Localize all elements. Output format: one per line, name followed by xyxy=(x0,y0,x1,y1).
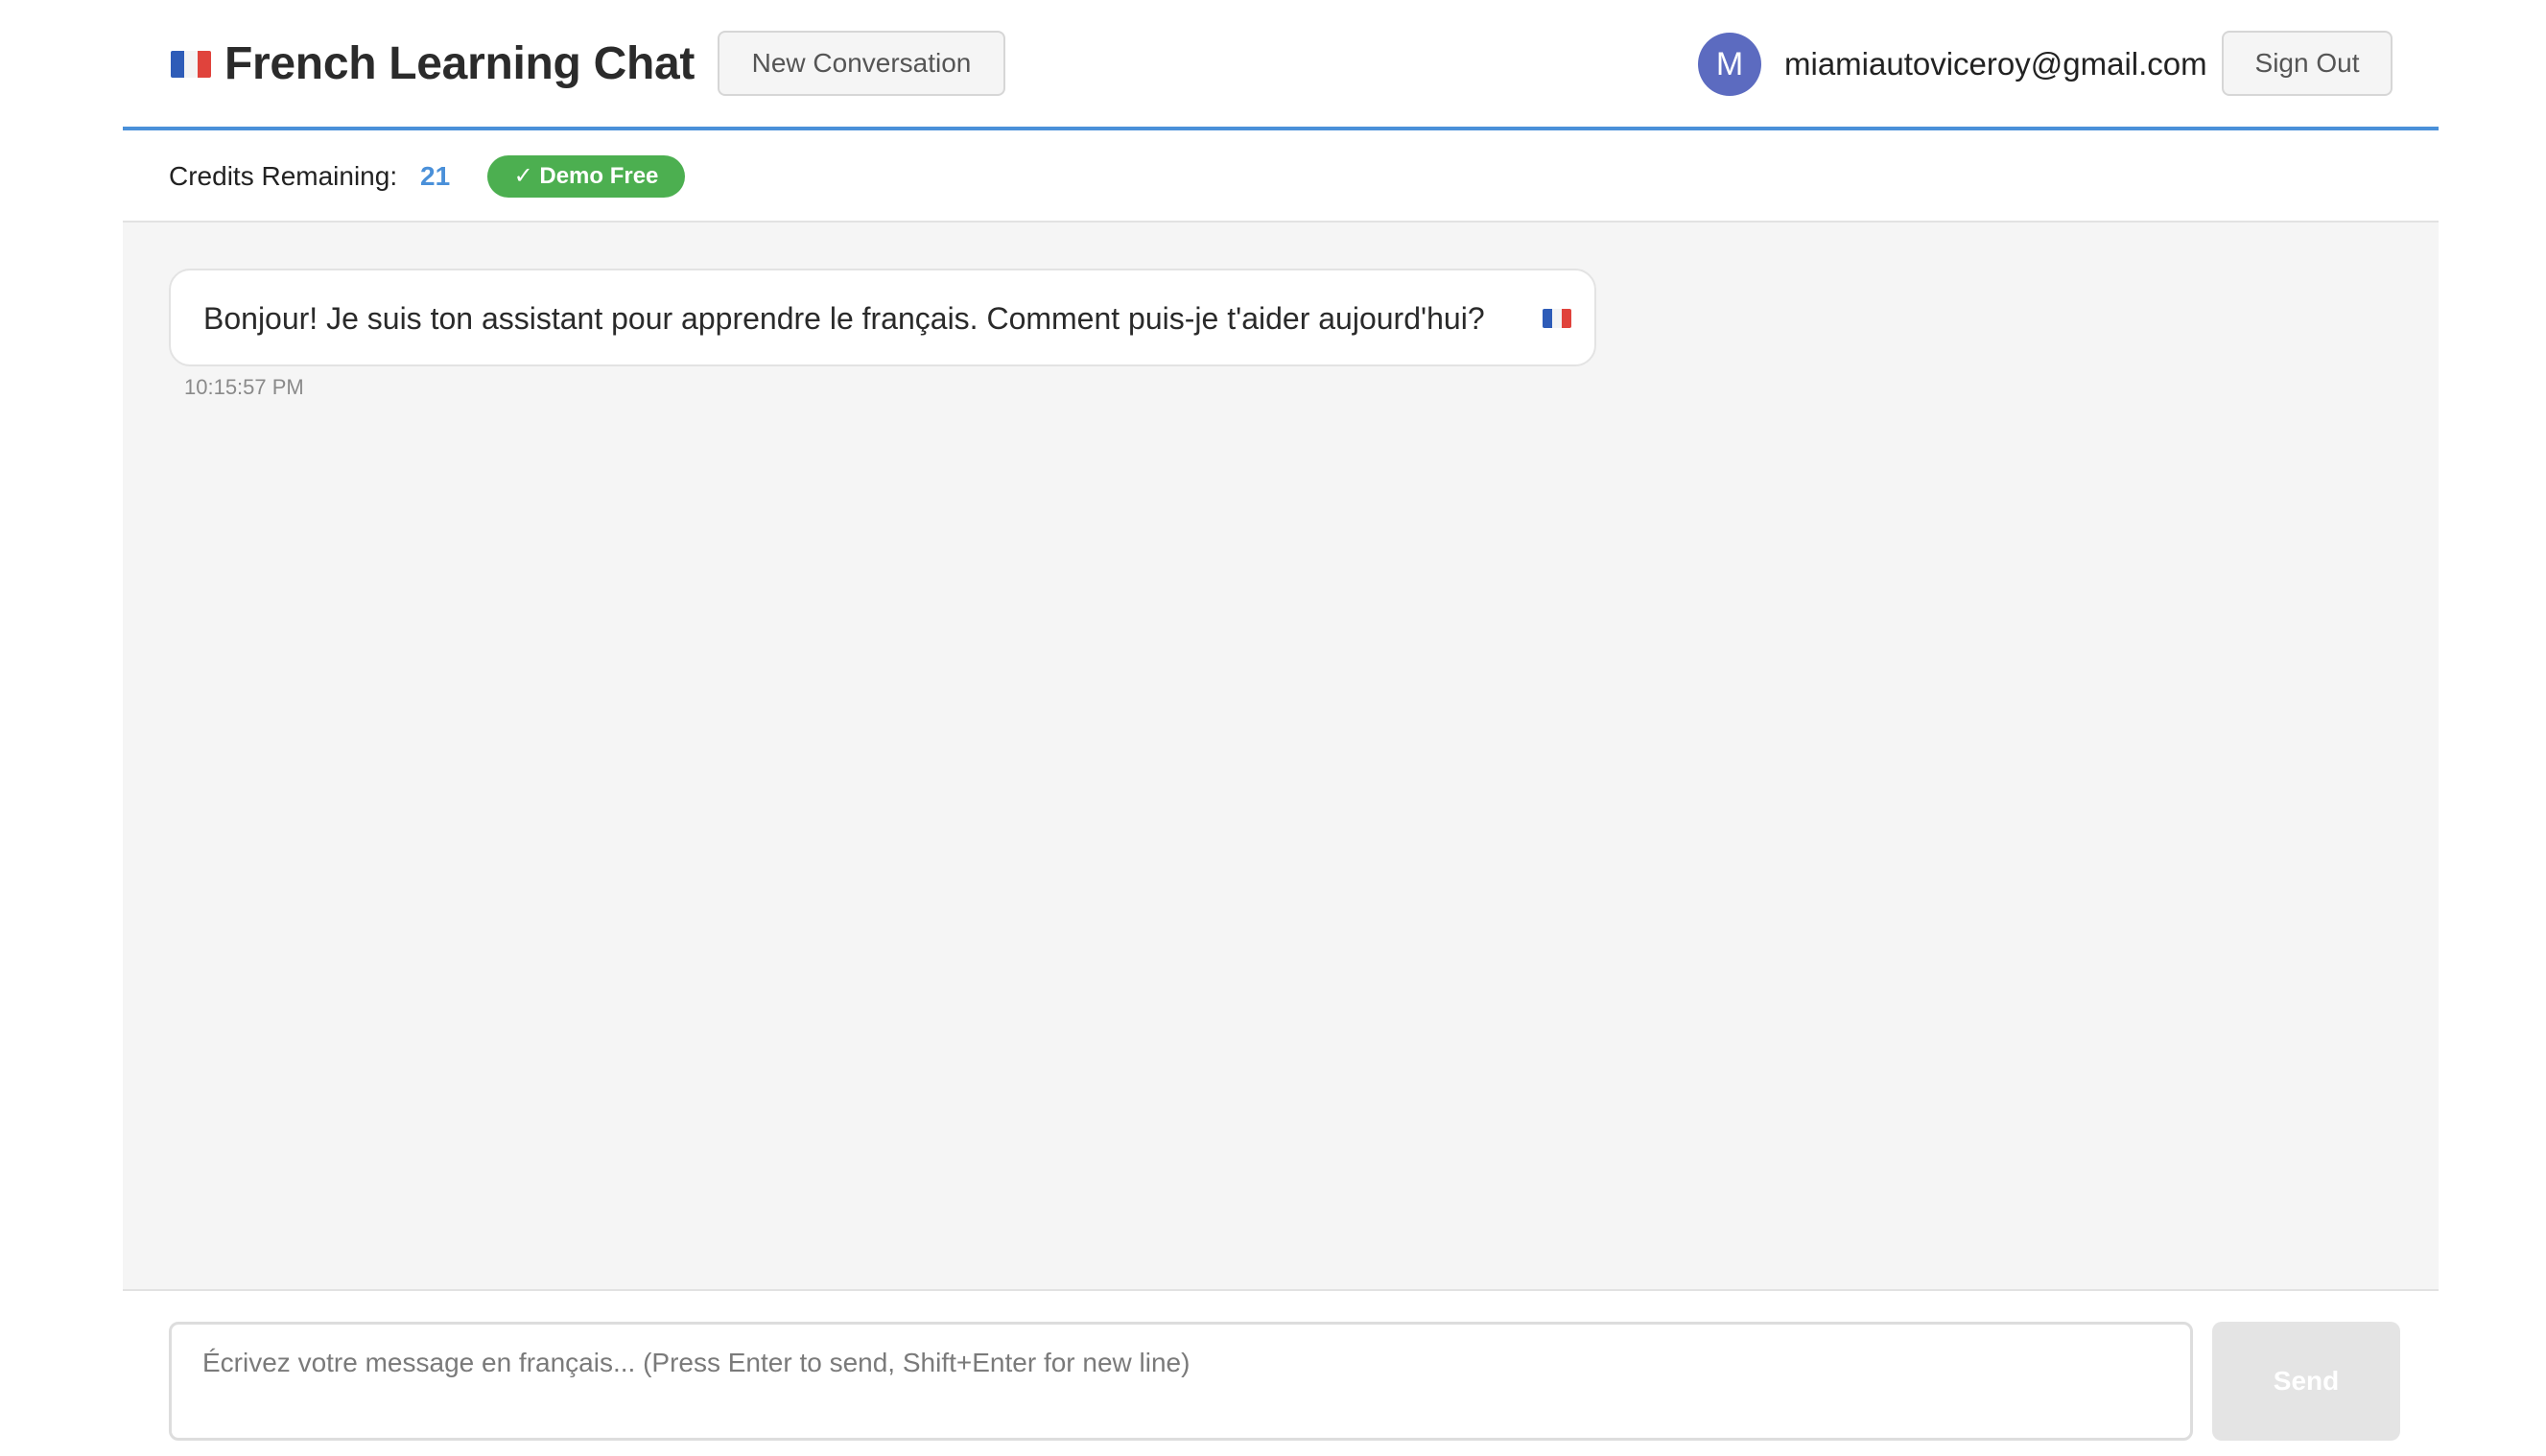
chat-messages[interactable]: Bonjour! Je suis ton assistant pour appr… xyxy=(123,223,2439,1291)
assistant-message: Bonjour! Je suis ton assistant pour appr… xyxy=(169,269,1596,366)
composer: Send xyxy=(123,1291,2439,1456)
page-title: French Learning Chat xyxy=(224,38,695,89)
french-flag-icon xyxy=(171,51,211,78)
avatar: M xyxy=(1698,33,1761,96)
status-badge: ✓ Demo Free xyxy=(487,155,685,198)
app-header: French Learning Chat New Conversation M … xyxy=(123,0,2439,130)
credits-label: Credits Remaining: xyxy=(169,161,398,191)
french-flag-icon xyxy=(1543,309,1571,328)
new-conversation-button[interactable]: New Conversation xyxy=(718,31,1005,96)
credits-bar: Credits Remaining: 21 ✓ Demo Free xyxy=(123,130,2439,223)
user-email: miamiautoviceroy@gmail.com xyxy=(1784,46,2207,82)
app-root: French Learning Chat New Conversation M … xyxy=(123,0,2439,1456)
message-timestamp: 10:15:57 PM xyxy=(184,375,304,399)
message-text: Bonjour! Je suis ton assistant pour appr… xyxy=(203,301,1485,336)
sign-out-button[interactable]: Sign Out xyxy=(2222,31,2393,96)
send-button[interactable]: Send xyxy=(2212,1322,2400,1441)
message-input[interactable] xyxy=(169,1322,2193,1441)
credits-value: 21 xyxy=(420,161,451,191)
